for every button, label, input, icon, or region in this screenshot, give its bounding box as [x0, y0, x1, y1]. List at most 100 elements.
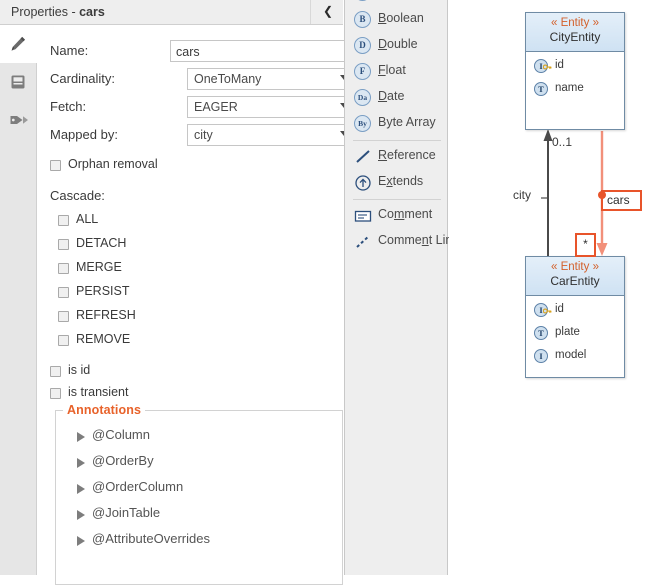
palette-badge: By [354, 115, 371, 132]
fetch-select[interactable]: EAGER [187, 96, 355, 118]
target-role-label: cars [607, 193, 630, 207]
sidebar-item-annotations[interactable] [0, 101, 36, 139]
palette-item-label: Comment [378, 207, 433, 221]
checkbox-box [58, 311, 69, 322]
palette-item-reference[interactable]: Reference [345, 144, 447, 170]
properties-form: Name: Cardinality: Fetch: Mapped by: One… [37, 25, 355, 585]
cardinality-select[interactable]: OneToMany [187, 68, 355, 90]
diagram-canvas[interactable]: « Entity » CityEntity I id T name « Enti… [449, 0, 653, 575]
properties-panel-header: Properties - cars ❮ [0, 0, 343, 25]
target-role-label-selected[interactable]: cars [601, 190, 642, 211]
annotation-label: @OrderColumn [92, 479, 184, 494]
chevron-left-icon: ❮ [323, 4, 334, 18]
attribute-type-icon: T [534, 82, 548, 96]
properties-tab-strip [0, 25, 37, 575]
name-label: Name: [50, 43, 89, 58]
palette-item-double[interactable]: D Double [345, 33, 447, 59]
comment-icon [354, 207, 372, 225]
palette-item-boolean[interactable]: B Boolean [345, 7, 447, 33]
palette-item-byte-array[interactable]: By Byte Array [345, 111, 447, 137]
palette-badge: F [354, 63, 371, 80]
tool-palette: B Boolean D Double F Float Da Date By By… [344, 0, 459, 575]
page-title: Properties - cars [11, 5, 105, 19]
palette-item-float[interactable]: F Float [345, 59, 447, 85]
palette-badge: B [354, 11, 371, 28]
palette-item-label: Double [378, 37, 418, 51]
annotation-label: @AttributeOverrides [92, 531, 210, 546]
palette-item-comment-link[interactable]: Comment Link [345, 229, 459, 255]
palette-divider [353, 140, 441, 141]
attribute-name: id [555, 59, 564, 71]
attribute-name: model [555, 349, 587, 361]
palette-item-label: Date [378, 89, 405, 103]
palette-item-clipped[interactable] [345, 0, 447, 6]
fetch-value: EAGER [194, 100, 238, 114]
entity-stereotype: « Entity » [551, 261, 599, 273]
palette-badge: Da [354, 89, 371, 106]
checkbox-box [58, 335, 69, 346]
checkbox-box [50, 366, 61, 377]
attribute-name: name [555, 82, 584, 94]
chevron-right-icon [77, 458, 85, 468]
primary-key-icon [543, 64, 552, 70]
attribute-name: id [555, 303, 564, 315]
chevron-right-icon [77, 484, 85, 494]
type-icon [354, 0, 372, 2]
palette-item-date[interactable]: Da Date [345, 85, 447, 111]
palette-item-label: Boolean [378, 11, 424, 25]
source-role-label[interactable]: city [513, 188, 531, 202]
palette-item-label: Reference [378, 148, 436, 162]
checkbox-box [50, 388, 61, 399]
palette-item-label: Extends [378, 174, 424, 188]
name-input[interactable] [170, 40, 355, 62]
chevron-right-icon [77, 536, 85, 546]
entity-name: CarEntity [550, 274, 600, 288]
entity-header: « Entity » CarEntity [526, 257, 624, 296]
entity-node-carentity[interactable]: « Entity » CarEntity I id T plate I mode… [525, 256, 625, 378]
collapse-panel-button[interactable]: ❮ [310, 0, 343, 24]
primary-key-icon [543, 308, 552, 314]
double-type-icon: D [354, 37, 372, 55]
checkbox-box [58, 263, 69, 274]
palette-item-extends[interactable]: Extends [345, 170, 447, 196]
orphan-removal-label: Orphan removal [68, 157, 158, 171]
sidebar-item-persistence[interactable] [0, 63, 36, 101]
checkbox-box [58, 239, 69, 250]
sidebar-item-edit[interactable] [0, 25, 37, 63]
checkbox-box [58, 287, 69, 298]
attribute-name: plate [555, 326, 580, 338]
entity-header: « Entity » CityEntity [526, 13, 624, 52]
book-icon [11, 75, 25, 89]
chevron-right-icon [77, 510, 85, 520]
selection-handle[interactable] [598, 191, 606, 199]
attribute-type-icon: T [534, 326, 548, 340]
properties-title-target: cars [79, 5, 105, 19]
cardinality-value: OneToMany [194, 72, 262, 86]
mapped-by-select[interactable]: city [187, 124, 355, 146]
is-id-label: is id [68, 363, 91, 377]
cascade-label-detach: DETACH [76, 236, 127, 250]
properties-title-prefix: Properties - [11, 5, 80, 19]
fetch-label: Fetch: [50, 99, 87, 114]
entity-node-cityentity[interactable]: « Entity » CityEntity I id T name [525, 12, 625, 130]
annotations-legend: Annotations [63, 403, 146, 417]
palette-item-comment[interactable]: Comment [345, 203, 447, 229]
source-multiplicity-label[interactable]: 0..1 [552, 135, 572, 149]
date-type-icon: Da [354, 89, 372, 107]
palette-item-label: Comment Link [378, 233, 459, 247]
target-multiplicity-box[interactable]: * [575, 233, 596, 257]
comment-link-icon [354, 233, 372, 251]
cascade-label-all: ALL [76, 212, 99, 226]
annotation-label: @JoinTable [92, 505, 161, 520]
palette-divider [353, 199, 441, 200]
is-transient-label: is transient [68, 385, 129, 399]
mapped-by-label: Mapped by: [50, 127, 118, 142]
cardinality-label: Cardinality: [50, 71, 116, 86]
cascade-label-merge: MERGE [76, 260, 122, 274]
mapped-by-value: city [194, 128, 213, 142]
palette-item-label: Float [378, 63, 406, 77]
entity-stereotype: « Entity » [551, 17, 599, 29]
annotation-label: @OrderBy [92, 453, 154, 468]
chevron-right-icon [77, 432, 85, 442]
annotation-label: @Column [92, 427, 150, 442]
